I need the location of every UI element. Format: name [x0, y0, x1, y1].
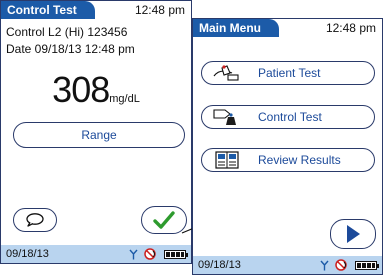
status-date: 09/18/13: [6, 248, 49, 260]
speech-bubble-icon: [26, 213, 44, 227]
review-results-button[interactable]: Review Results: [201, 148, 375, 172]
review-results-label: Review Results: [258, 153, 341, 167]
result-unit: mg/dL: [109, 93, 140, 105]
antenna-icon: [320, 260, 329, 270]
status-bar: 09/18/13: [1, 245, 191, 263]
range-button[interactable]: Range: [13, 122, 185, 148]
control-test-screen: Control Test 12:48 pm Control L2 (Hi) 12…: [0, 0, 192, 264]
result-display: 308mg/dL: [1, 69, 191, 111]
status-bar: 09/18/13: [193, 256, 382, 274]
status-date: 09/18/13: [198, 259, 241, 271]
battery-icon: [355, 260, 379, 270]
clock: 12:48 pm: [325, 21, 376, 35]
play-arrow-icon: [347, 225, 360, 243]
next-button[interactable]: [330, 219, 376, 249]
title-bar: Control Test 12:48 pm: [1, 1, 191, 19]
antenna-icon: [129, 249, 138, 259]
battery-icon: [164, 249, 188, 259]
wireless-off-icon: [144, 248, 156, 260]
comment-button[interactable]: [13, 208, 57, 232]
checkmark-icon: [153, 211, 175, 229]
control-test-icon: [213, 109, 236, 125]
control-test-label: Control Test: [258, 110, 322, 124]
result-value: 308: [52, 69, 110, 110]
main-menu-screen: Main Menu 12:48 pm Patient Test Control …: [192, 18, 383, 275]
title-bar: Main Menu 12:48 pm: [193, 19, 382, 37]
patient-test-button[interactable]: Patient Test: [201, 61, 375, 85]
review-results-icon: [215, 151, 239, 169]
clock: 12:48 pm: [134, 3, 185, 17]
test-date-line: Date 09/18/13 12:48 pm: [6, 42, 135, 56]
patient-test-icon: [213, 65, 239, 81]
range-button-label: Range: [81, 128, 117, 142]
control-test-button[interactable]: Control Test: [201, 105, 375, 129]
wireless-off-icon: [335, 259, 347, 271]
control-lot-line: Control L2 (Hi) 123456: [6, 25, 128, 39]
patient-test-label: Patient Test: [258, 66, 321, 80]
screen-title: Control Test: [1, 1, 95, 19]
screen-title: Main Menu: [193, 19, 279, 37]
